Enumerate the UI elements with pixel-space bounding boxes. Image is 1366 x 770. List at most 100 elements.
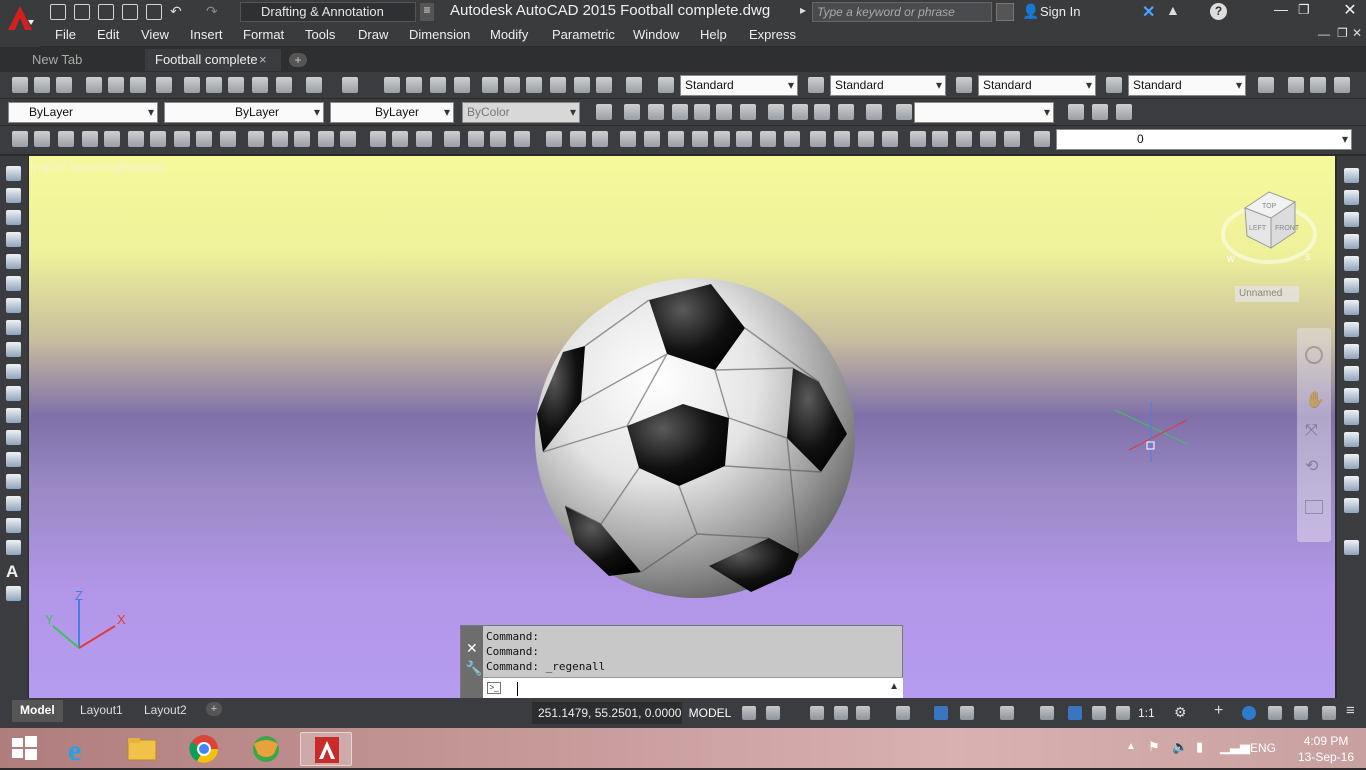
helix-icon[interactable] (196, 131, 212, 147)
trim-icon[interactable] (1344, 366, 1359, 381)
copy-faces-icon[interactable] (760, 131, 776, 147)
help-toolbar-icon[interactable] (626, 77, 642, 93)
language-indicator[interactable]: ENG (1250, 741, 1276, 755)
tool-palettes-icon[interactable] (526, 77, 542, 93)
close-window-icon[interactable]: ✕ (1334, 0, 1366, 22)
subtract-solid-edit-icon[interactable] (570, 131, 586, 147)
copy-icon[interactable] (206, 77, 222, 93)
taper-faces-icon[interactable] (736, 131, 752, 147)
shell-icon[interactable] (932, 131, 948, 147)
multiline-text-icon[interactable]: A (6, 562, 18, 582)
quickcalc-icon[interactable] (596, 77, 612, 93)
plot-icon[interactable] (146, 4, 162, 20)
ellipse-arc-icon[interactable] (6, 386, 21, 401)
coordinates-readout[interactable]: 251.1479, 55.2501, 0.0000 (532, 702, 682, 724)
doc-close-icon[interactable]: ✕ (1352, 26, 1362, 40)
menu-dimension[interactable]: Dimension (409, 27, 470, 42)
arc-icon[interactable] (6, 276, 21, 291)
color-faces-icon[interactable] (784, 131, 800, 147)
make-block-icon[interactable] (6, 430, 21, 445)
qnew-icon[interactable] (12, 77, 28, 93)
visual-style-realistic-icon[interactable] (1334, 77, 1350, 93)
hatch-icon[interactable] (6, 474, 21, 489)
undo-icon[interactable]: ↶ (170, 3, 182, 20)
thicken-icon[interactable] (1004, 131, 1020, 147)
scale-icon[interactable] (1344, 322, 1359, 337)
status-menu-icon[interactable]: ≡ (1346, 702, 1355, 719)
loft-icon[interactable] (340, 131, 356, 147)
3d-array-icon[interactable] (514, 131, 530, 147)
app-logo-button[interactable] (0, 0, 40, 48)
design-center-icon[interactable] (504, 77, 520, 93)
layer-properties-icon[interactable] (1034, 131, 1050, 147)
linetype-select[interactable]: ByLayer (164, 102, 324, 123)
move-icon[interactable] (1344, 278, 1359, 293)
3d-print-icon[interactable] (156, 77, 172, 93)
menu-format[interactable]: Format (243, 27, 284, 42)
save-toolbar-icon[interactable] (56, 77, 72, 93)
cylinder-icon[interactable] (128, 131, 144, 147)
workspace-toolbar-icon[interactable] (1258, 77, 1274, 93)
break-icon[interactable] (1344, 432, 1359, 447)
spline-icon[interactable] (6, 342, 21, 357)
fullscreen-icon[interactable] (1322, 706, 1336, 720)
hardware-acceleration-icon[interactable] (1268, 706, 1282, 720)
circle-icon[interactable] (6, 298, 21, 313)
erase-icon[interactable] (1344, 168, 1359, 183)
command-history-expand-icon[interactable]: ▲ (889, 681, 899, 692)
menu-modify[interactable]: Modify (490, 27, 528, 42)
isodraft-icon[interactable] (896, 706, 910, 720)
nw-isometric-icon[interactable] (838, 104, 854, 120)
showmotion-icon[interactable] (1305, 500, 1323, 514)
view-top-icon[interactable] (624, 104, 640, 120)
text-style-icon[interactable] (658, 77, 674, 93)
table-style-select[interactable]: Standard (978, 75, 1096, 96)
revision-cloud-icon[interactable] (6, 320, 21, 335)
zoom-realtime-icon[interactable] (406, 77, 422, 93)
lineweight-select[interactable]: ByLayer (330, 102, 454, 123)
layer-previous-icon[interactable] (596, 104, 612, 120)
view-front-icon[interactable] (716, 104, 732, 120)
command-window-handle[interactable]: ✕ 🔧 (461, 626, 483, 700)
sheet-set-icon[interactable] (550, 77, 566, 93)
visual-style-wireframe-icon[interactable] (1288, 77, 1304, 93)
tab-football-complete[interactable]: Football complete × (145, 49, 281, 71)
wedge-icon[interactable] (58, 131, 74, 147)
qat-menu-icon[interactable]: ≡ (420, 3, 434, 21)
planar-surface-icon[interactable] (220, 131, 236, 147)
binoculars-icon[interactable] (996, 3, 1014, 21)
grid-icon[interactable] (742, 706, 756, 720)
plot-style-select[interactable]: ByColor (462, 102, 580, 123)
drawing-viewport[interactable]: [−][SW Isometric][Realistic] Z Y X TOP L… (29, 156, 1335, 698)
ne-isometric-icon[interactable] (814, 104, 830, 120)
mleader-style-select[interactable]: Standard (1128, 75, 1246, 96)
continuous-orbit-icon[interactable] (1116, 104, 1132, 120)
snap-icon[interactable] (766, 706, 780, 720)
doc-minimize-icon[interactable]: — (1318, 27, 1330, 41)
color-select[interactable]: ByLayer (8, 102, 158, 123)
viewcube[interactable]: TOP LEFT FRONT W S (1219, 186, 1319, 272)
sweep-icon[interactable] (294, 131, 310, 147)
tab-layout1[interactable]: Layout1 (72, 700, 131, 722)
show-hidden-icons[interactable]: ▲ (1126, 741, 1136, 752)
menu-draw[interactable]: Draw (358, 27, 388, 42)
se-isometric-icon[interactable] (792, 104, 808, 120)
box-icon[interactable] (34, 131, 50, 147)
tab-model[interactable]: Model (12, 700, 63, 722)
menu-window[interactable]: Window (633, 27, 679, 42)
plus-icon[interactable]: + (1214, 702, 1223, 720)
union-icon[interactable] (370, 131, 386, 147)
exchange-icon[interactable]: ✕ (1142, 2, 1155, 22)
fillet-icon[interactable] (1344, 498, 1359, 513)
orbit-icon[interactable] (1068, 104, 1084, 120)
add-selected-icon[interactable] (6, 586, 21, 601)
dim-style-icon[interactable] (808, 77, 824, 93)
gradient-icon[interactable] (6, 496, 21, 511)
visual-style-hidden-icon[interactable] (1310, 77, 1326, 93)
polygon-icon[interactable] (6, 232, 21, 247)
help-icon[interactable]: ? (1210, 3, 1227, 20)
network-icon[interactable]: ▁▃▅ (1220, 739, 1250, 755)
layer-select[interactable]: 0 (1056, 129, 1352, 150)
object-snap-tracking-icon[interactable] (934, 706, 948, 720)
zoom-window-icon[interactable] (430, 77, 446, 93)
